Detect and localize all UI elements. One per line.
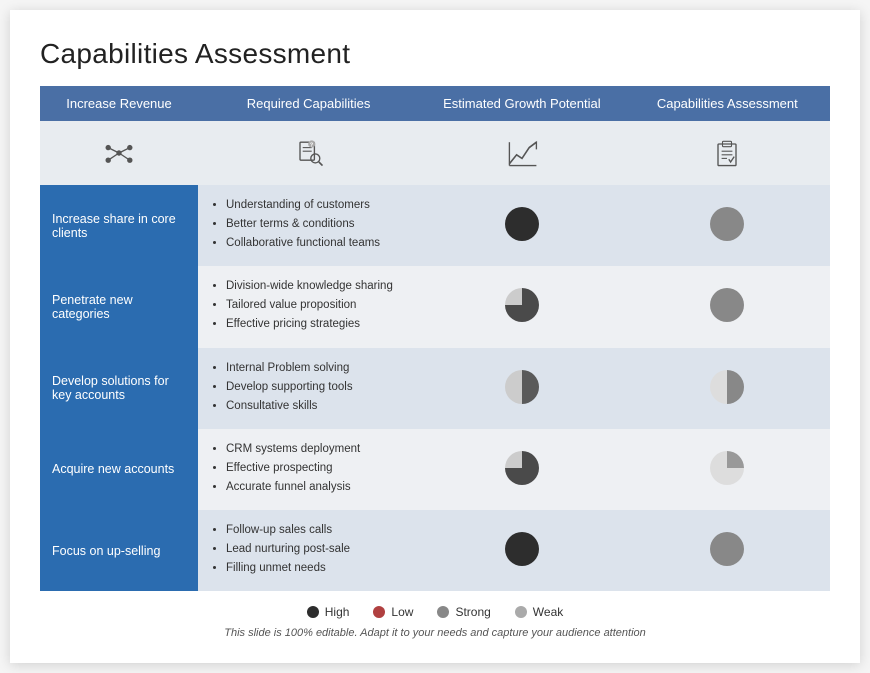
legend-item-strong: Strong xyxy=(437,605,490,619)
legend-dot-strong xyxy=(437,606,449,618)
table-row: Develop solutions for key accounts Inter… xyxy=(40,348,830,429)
icon-cell-1 xyxy=(40,121,198,185)
growth-indicator-1 xyxy=(505,207,539,241)
growth-indicator-5 xyxy=(505,532,539,566)
assessment-indicator-1 xyxy=(710,207,744,241)
table-row: Increase share in core clients Understan… xyxy=(40,185,830,266)
header-col2: Required Capabilities xyxy=(198,86,419,121)
page-title: Capabilities Assessment xyxy=(40,38,830,70)
legend-dot-low xyxy=(373,606,385,618)
growth-indicator-2 xyxy=(505,288,539,322)
legend-dot-weak xyxy=(515,606,527,618)
row-capabilities-1: Understanding of customers Better terms … xyxy=(198,185,419,266)
row-label-4: Acquire new accounts xyxy=(40,429,198,510)
assessment-indicator-5 xyxy=(710,532,744,566)
growth-indicator-4 xyxy=(505,451,539,485)
row-assessment-1 xyxy=(625,185,830,266)
header-col1: Increase Revenue xyxy=(40,86,198,121)
header-row: Increase Revenue Required Capabilities E… xyxy=(40,86,830,121)
assessment-indicator-3 xyxy=(710,370,744,404)
legend-label-low: Low xyxy=(391,605,413,619)
table-row: Focus on up-selling Follow-up sales call… xyxy=(40,510,830,591)
row-growth-3 xyxy=(419,348,624,429)
legend-label-strong: Strong xyxy=(455,605,490,619)
icon-row: ? xyxy=(40,121,830,185)
row-assessment-3 xyxy=(625,348,830,429)
network-icon xyxy=(101,135,137,171)
legend-item-high: High xyxy=(307,605,350,619)
research-icon: ? xyxy=(291,135,327,171)
row-growth-2 xyxy=(419,266,624,347)
header-col3: Estimated Growth Potential xyxy=(419,86,624,121)
row-label-5: Focus on up-selling xyxy=(40,510,198,591)
legend-item-weak: Weak xyxy=(515,605,563,619)
legend-dot-high xyxy=(307,606,319,618)
legend-item-low: Low xyxy=(373,605,413,619)
row-label-3: Develop solutions for key accounts xyxy=(40,348,198,429)
legend-label-weak: Weak xyxy=(533,605,563,619)
row-assessment-4 xyxy=(625,429,830,510)
row-capabilities-4: CRM systems deployment Effective prospec… xyxy=(198,429,419,510)
table-row: Acquire new accounts CRM systems deploym… xyxy=(40,429,830,510)
row-capabilities-2: Division-wide knowledge sharing Tailored… xyxy=(198,266,419,347)
growth-indicator-3 xyxy=(505,370,539,404)
icon-cell-4 xyxy=(625,121,830,185)
growth-chart-icon xyxy=(504,135,540,171)
row-capabilities-5: Follow-up sales calls Lead nurturing pos… xyxy=(198,510,419,591)
row-label-2: Penetrate new categories xyxy=(40,266,198,347)
header-col4: Capabilities Assessment xyxy=(625,86,830,121)
row-assessment-5 xyxy=(625,510,830,591)
clipboard-icon xyxy=(709,135,745,171)
assessment-indicator-4 xyxy=(710,451,744,485)
row-label-1: Increase share in core clients xyxy=(40,185,198,266)
slide: Capabilities Assessment Increase Revenue… xyxy=(10,10,860,663)
icon-cell-2: ? xyxy=(198,121,419,185)
icon-cell-3 xyxy=(419,121,624,185)
table-row: Penetrate new categories Division-wide k… xyxy=(40,266,830,347)
svg-text:?: ? xyxy=(309,143,312,149)
legend: High Low Strong Weak xyxy=(40,605,830,619)
legend-label-high: High xyxy=(325,605,350,619)
main-table: Increase Revenue Required Capabilities E… xyxy=(40,86,830,591)
table-wrapper: Increase Revenue Required Capabilities E… xyxy=(40,86,830,591)
row-capabilities-3: Internal Problem solving Develop support… xyxy=(198,348,419,429)
footer-text: This slide is 100% editable. Adapt it to… xyxy=(40,627,830,639)
row-growth-1 xyxy=(419,185,624,266)
assessment-indicator-2 xyxy=(710,288,744,322)
row-growth-5 xyxy=(419,510,624,591)
row-assessment-2 xyxy=(625,266,830,347)
row-growth-4 xyxy=(419,429,624,510)
